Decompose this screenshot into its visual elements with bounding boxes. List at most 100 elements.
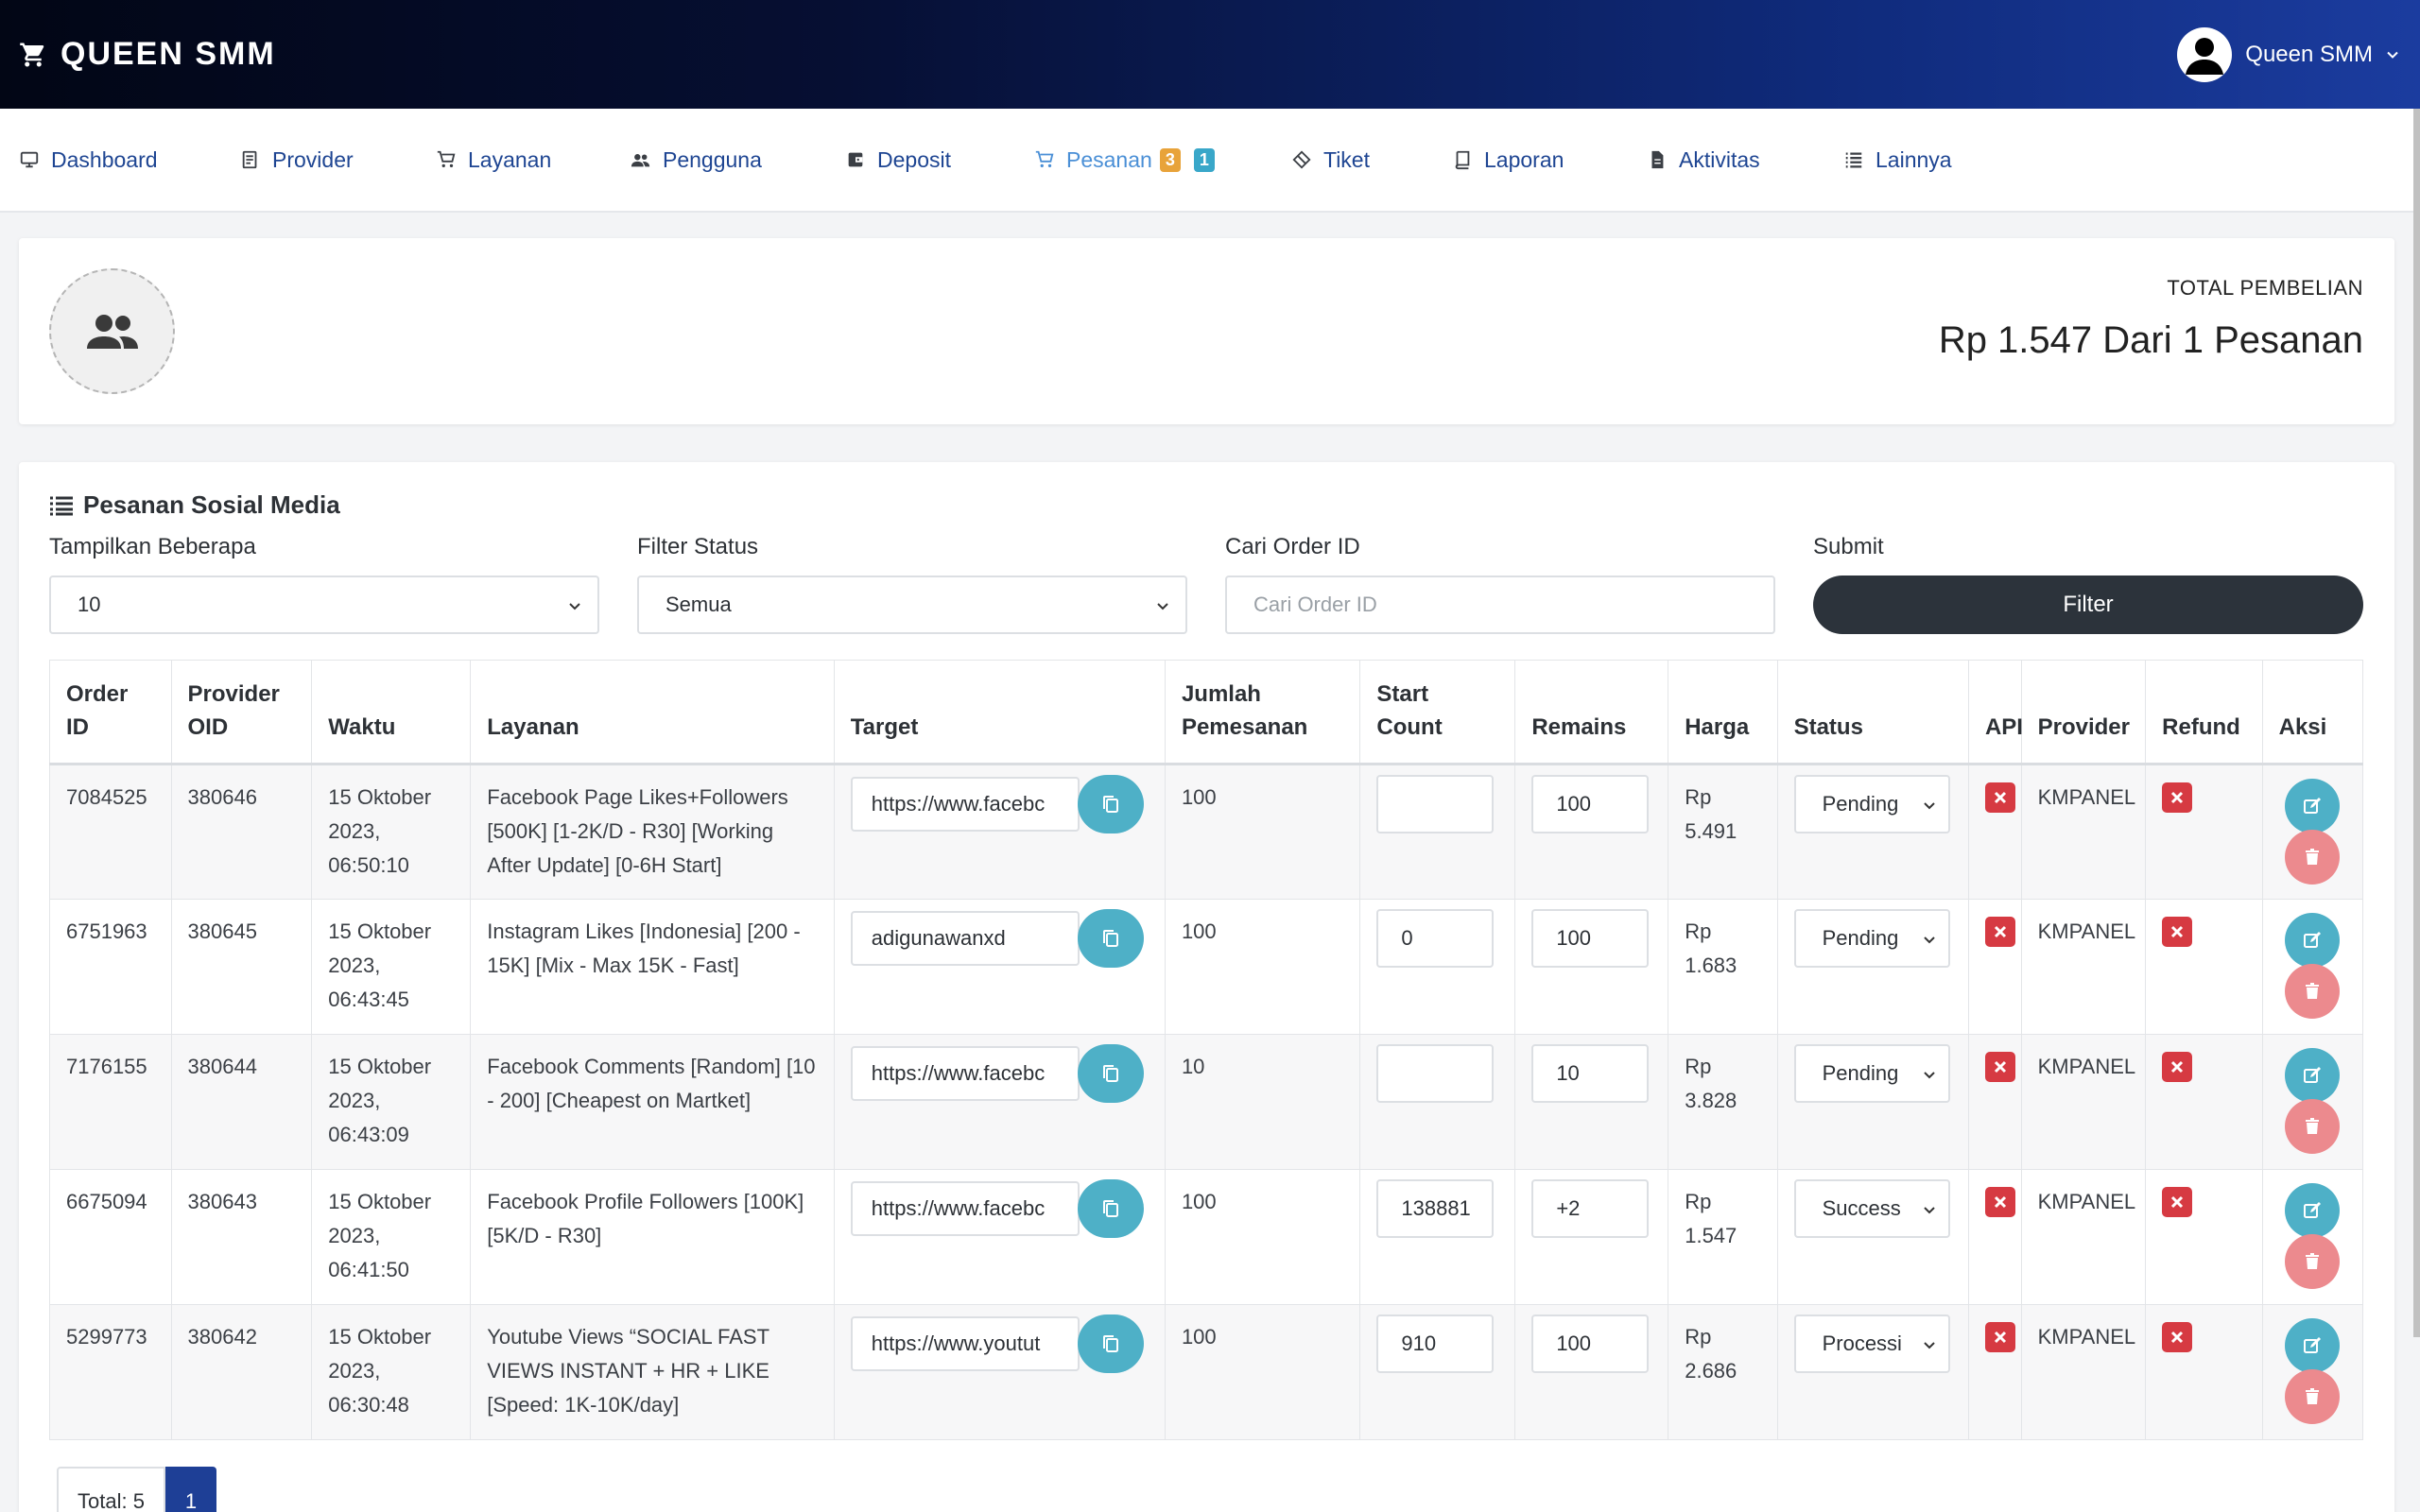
start-count-input[interactable] xyxy=(1376,775,1495,833)
copy-button[interactable] xyxy=(1077,1044,1144,1103)
remains-input[interactable]: 10 xyxy=(1531,1044,1650,1103)
target-input[interactable]: adigunawanxd xyxy=(850,911,1080,966)
price-cell: Rp 3.828 xyxy=(1668,1034,1778,1170)
page-button[interactable]: 1 xyxy=(164,1467,216,1512)
delete-button[interactable] xyxy=(2285,964,2341,1019)
refund-status-icon xyxy=(2162,1052,2193,1082)
total-purchase-value: Rp 1.547 Dari 1 Pesanan xyxy=(1938,319,2363,361)
remains-input[interactable]: 100 xyxy=(1531,909,1650,968)
target-input[interactable]: https://www.facebc xyxy=(850,777,1080,832)
start-count-input[interactable]: 910 xyxy=(1376,1314,1495,1373)
nav-pesanan[interactable]: Pesanan 3 1 xyxy=(1034,147,1215,173)
column-header[interactable]: Status xyxy=(1776,660,1969,765)
delete-button[interactable] xyxy=(2285,1369,2341,1424)
chevron-down-icon xyxy=(1157,603,1168,610)
target-input[interactable]: https://www.facebc xyxy=(850,1046,1080,1101)
service-cell: Facebook Comments [Random] [10 - 200] [C… xyxy=(470,1034,835,1170)
start-count-input[interactable]: 0 xyxy=(1376,909,1495,968)
nav-lainnya[interactable]: Lainnya xyxy=(1843,147,1952,173)
filter-button[interactable]: Filter xyxy=(1813,576,2363,634)
page-scrollbar[interactable] xyxy=(2413,109,2420,1337)
show-entries-value: 10 xyxy=(78,593,101,616)
edit-button[interactable] xyxy=(2285,1318,2341,1373)
column-header[interactable]: Start Count xyxy=(1359,660,1516,765)
nav-provider[interactable]: Provider xyxy=(240,147,354,173)
start-count-input[interactable]: 138881 xyxy=(1376,1179,1495,1238)
brand[interactable]: QUEEN SMM xyxy=(19,36,276,73)
target-input[interactable]: https://www.facebc xyxy=(850,1181,1080,1236)
api-cell xyxy=(1967,1169,2022,1305)
start-count-cell: 138881 xyxy=(1359,1169,1516,1305)
time-cell: 15 Oktober 2023, 06:30:48 xyxy=(311,1304,472,1440)
show-entries-select[interactable]: 10 xyxy=(49,576,599,634)
edit-icon xyxy=(2304,1337,2322,1353)
status-select[interactable]: Pending xyxy=(1793,909,1950,968)
nav-dashboard[interactable]: Dashboard xyxy=(19,147,158,173)
column-header[interactable]: Harga xyxy=(1668,660,1778,765)
status-filter-select[interactable]: Semua xyxy=(637,576,1187,634)
copy-icon xyxy=(1102,1335,1118,1352)
edit-icon xyxy=(2304,932,2322,948)
status-select[interactable]: Pending xyxy=(1793,1044,1950,1103)
provider-cell: KMPANEL xyxy=(2020,1304,2147,1440)
refund-cell xyxy=(2145,1034,2263,1170)
delete-button[interactable] xyxy=(2285,830,2341,885)
status-value: Pending xyxy=(1822,792,1899,816)
api-cell xyxy=(1967,899,2022,1035)
actions-cell xyxy=(2261,764,2364,900)
nav-deposit[interactable]: Deposit xyxy=(845,147,951,173)
edit-button[interactable] xyxy=(2285,1048,2341,1103)
nav-laporan[interactable]: Laporan xyxy=(1452,147,1564,173)
delete-button[interactable] xyxy=(2285,1099,2341,1154)
column-header[interactable]: Aksi xyxy=(2261,660,2364,765)
start-count-input[interactable] xyxy=(1376,1044,1495,1103)
nav-label: Pengguna xyxy=(663,146,762,172)
time-cell: 15 Oktober 2023, 06:41:50 xyxy=(311,1169,472,1305)
remains-input[interactable]: 100 xyxy=(1531,1314,1650,1373)
cart-icon xyxy=(437,150,456,168)
nav-pengguna[interactable]: Pengguna xyxy=(631,147,762,173)
copy-button[interactable] xyxy=(1077,775,1144,833)
summary-card: TOTAL PEMBELIAN Rp 1.547 Dari 1 Pesanan xyxy=(19,238,2394,424)
nav-tiket[interactable]: Tiket xyxy=(1291,147,1370,173)
edit-button[interactable] xyxy=(2285,779,2341,833)
user-menu[interactable]: Queen SMM xyxy=(2177,26,2399,82)
column-header[interactable]: Waktu xyxy=(311,660,472,765)
quantity-cell: 100 xyxy=(1164,764,1361,900)
column-header[interactable]: Provider xyxy=(2020,660,2147,765)
remains-input[interactable]: 100 xyxy=(1531,775,1650,833)
edit-button[interactable] xyxy=(2285,913,2341,968)
column-header[interactable]: Jumlah Pemesanan xyxy=(1164,660,1361,765)
remains-cell: 100 xyxy=(1514,899,1669,1035)
section-title: Pesanan Sosial Media xyxy=(49,490,340,520)
column-header[interactable]: Order ID xyxy=(49,660,172,765)
target-input[interactable]: https://www.youtut xyxy=(850,1316,1080,1371)
copy-button[interactable] xyxy=(1077,909,1144,968)
status-select[interactable]: Pending xyxy=(1793,775,1950,833)
column-header[interactable]: Refund xyxy=(2145,660,2263,765)
x-mark-icon xyxy=(2171,1331,2184,1344)
copy-button[interactable] xyxy=(1077,1179,1144,1238)
status-select[interactable]: Processi xyxy=(1793,1314,1950,1373)
edit-icon xyxy=(2304,798,2322,814)
column-header[interactable]: Provider OID xyxy=(170,660,313,765)
column-header[interactable]: API xyxy=(1967,660,2023,765)
pending-count-badge: 3 xyxy=(1159,147,1181,172)
order-id-search-input[interactable]: Cari Order ID xyxy=(1225,576,1775,634)
start-count-cell xyxy=(1359,1034,1516,1170)
copy-button[interactable] xyxy=(1077,1314,1144,1373)
column-header[interactable]: Remains xyxy=(1514,660,1669,765)
x-mark-icon xyxy=(1994,1195,2007,1209)
refund-cell xyxy=(2145,1169,2263,1305)
processing-count-badge: 1 xyxy=(1193,147,1215,172)
time-cell: 15 Oktober 2023, 06:50:10 xyxy=(311,764,472,900)
nav-label: Tiket xyxy=(1323,146,1370,172)
column-header[interactable]: Target xyxy=(833,660,1166,765)
remains-input[interactable]: +2 xyxy=(1531,1179,1650,1238)
delete-button[interactable] xyxy=(2285,1234,2341,1289)
edit-button[interactable] xyxy=(2285,1183,2341,1238)
status-select[interactable]: Success xyxy=(1793,1179,1950,1238)
nav-aktivitas[interactable]: Aktivitas xyxy=(1647,147,1760,173)
nav-layanan[interactable]: Layanan xyxy=(436,147,551,173)
column-header[interactable]: Layanan xyxy=(470,660,835,765)
